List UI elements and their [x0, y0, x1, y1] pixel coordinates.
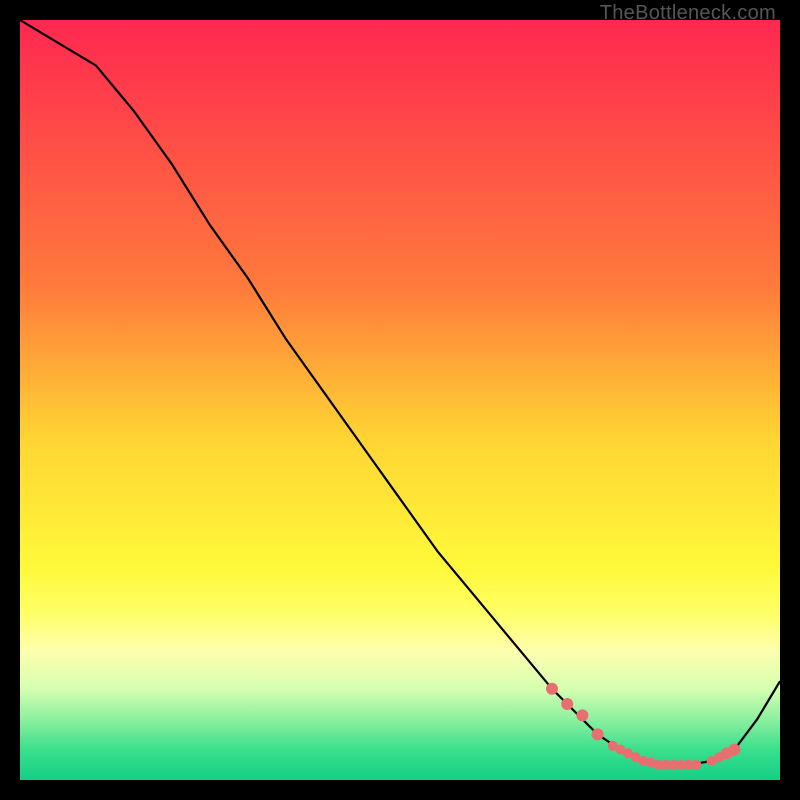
highlight-dot — [691, 760, 701, 770]
highlight-dot — [546, 683, 558, 695]
gradient-background — [20, 20, 780, 780]
highlight-dot — [728, 744, 740, 756]
highlight-dot — [592, 728, 604, 740]
highlight-dot — [576, 709, 588, 721]
watermark-text: TheBottleneck.com — [600, 2, 776, 25]
highlight-dot — [561, 698, 573, 710]
bottleneck-chart — [20, 20, 780, 780]
